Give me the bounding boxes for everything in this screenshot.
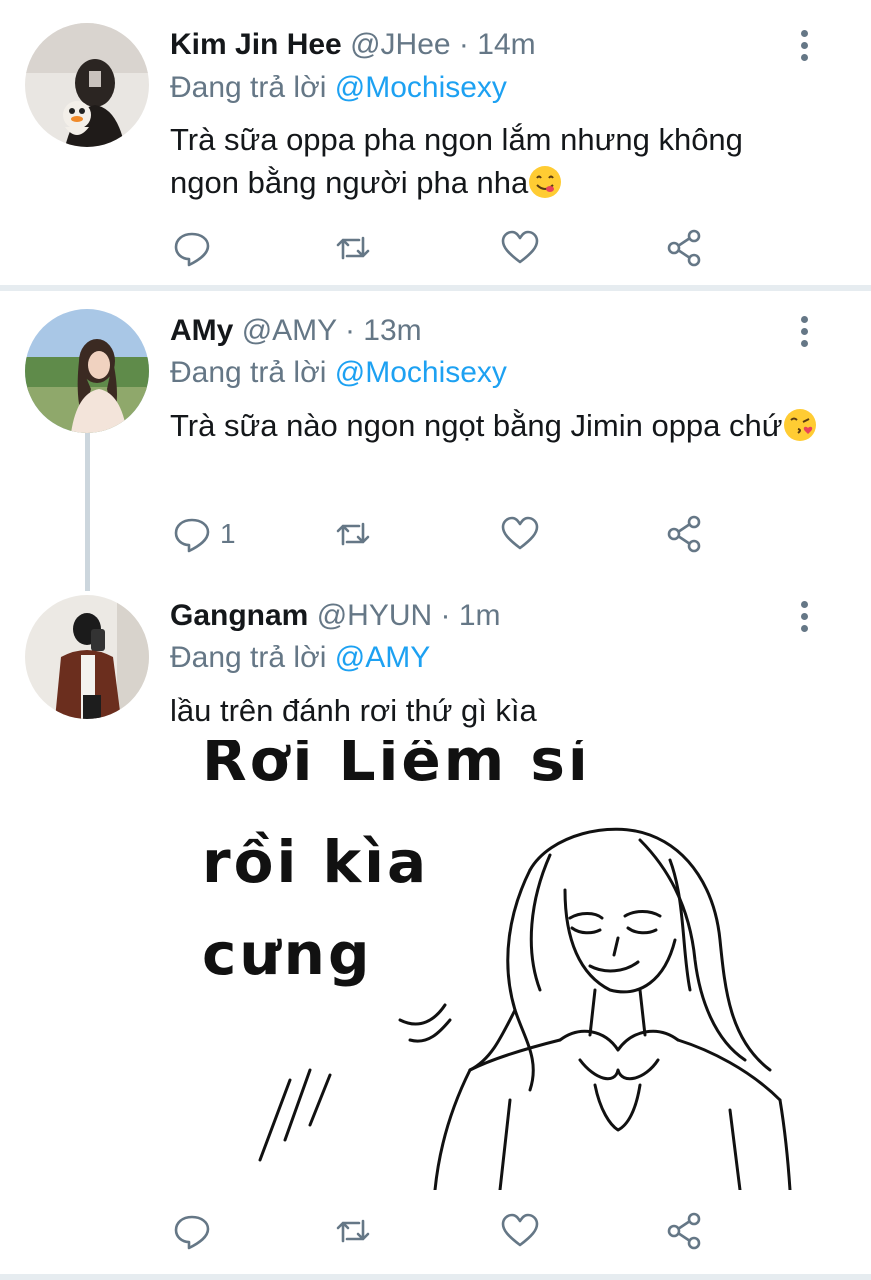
replying-to: Đang trả lời @AMY	[170, 640, 430, 676]
retweet-button[interactable]	[333, 512, 373, 556]
retweet-button[interactable]	[333, 226, 373, 270]
user-handle[interactable]: @JHee	[350, 28, 451, 61]
share-icon	[667, 1212, 701, 1250]
tweet-1-header: Kim Jin Hee @JHee · 14m	[170, 27, 536, 63]
replying-to: Đang trả lời @Mochisexy	[170, 355, 507, 391]
like-button[interactable]	[500, 226, 540, 270]
tweet-text: lầu trên đánh rơi thứ gì kìa	[170, 689, 820, 732]
yum-face-emoji	[529, 166, 562, 198]
tweet-text: Trà sữa nào ngon ngọt bằng Jimin oppa ch…	[170, 404, 820, 447]
user-handle[interactable]: @HYUN	[317, 599, 432, 632]
retweet-icon	[336, 522, 370, 546]
retweet-icon	[336, 1219, 370, 1243]
tweet-text-content: lầu trên đánh rơi thứ gì kìa	[170, 693, 537, 728]
reply-button[interactable]	[172, 1209, 220, 1253]
retweet-icon	[336, 236, 370, 260]
like-button[interactable]	[500, 512, 540, 556]
tweet-actions	[170, 1209, 730, 1253]
attached-meme-image[interactable]: Rơi Liêm sỉ rồi kìa cưng	[170, 740, 820, 1190]
reply-button[interactable]: 1	[172, 512, 236, 556]
tweet-3-header: Gangnam @HYUN · 1m	[170, 598, 501, 634]
tweet-2[interactable]: AMy @AMY · 13m Đang trả lời @Mochisexy T…	[0, 291, 871, 581]
more-vertical-icon[interactable]	[792, 598, 816, 638]
more-vertical-icon[interactable]	[792, 27, 816, 67]
share-icon	[667, 229, 701, 267]
tweet-1[interactable]: Kim Jin Hee @JHee · 14m Đang trả lời @Mo…	[0, 0, 871, 285]
avatar-kim-jin-hee[interactable]	[25, 23, 149, 147]
share-button[interactable]	[664, 226, 704, 270]
tweet-actions	[170, 226, 730, 270]
display-name[interactable]: Kim Jin Hee	[170, 28, 342, 61]
replying-to-label: Đang trả lời	[170, 71, 327, 104]
tweet-divider	[0, 1274, 871, 1280]
separator-dot: ·	[458, 28, 469, 61]
meme-caption-line-2: rồi kìa	[202, 828, 430, 896]
replying-to-mention[interactable]: @Mochisexy	[335, 356, 507, 389]
replying-to-label: Đang trả lời	[170, 641, 327, 674]
reply-icon	[174, 1215, 210, 1250]
tweet-text: Trà sữa oppa pha ngon lắm nhưng không ng…	[170, 118, 820, 204]
display-name[interactable]: AMy	[170, 314, 233, 347]
timestamp[interactable]: 1m	[459, 599, 501, 632]
more-vertical-icon[interactable]	[792, 313, 816, 353]
kissing-face-emoji	[783, 409, 816, 441]
share-icon	[667, 515, 701, 553]
like-icon	[501, 1213, 539, 1247]
tweet-text-content: Trà sữa nào ngon ngọt bằng Jimin oppa ch…	[170, 408, 783, 443]
share-button[interactable]	[664, 512, 704, 556]
like-icon	[501, 230, 539, 264]
replying-to-mention[interactable]: @Mochisexy	[335, 71, 507, 104]
meme-caption-line-3: cưng	[202, 920, 373, 988]
retweet-button[interactable]	[333, 1209, 373, 1253]
replying-to-mention[interactable]: @AMY	[335, 641, 430, 674]
like-button[interactable]	[500, 1209, 540, 1253]
tweet-actions: 1	[170, 512, 730, 556]
separator-dot: ·	[440, 599, 451, 632]
reply-count: 1	[220, 518, 236, 549]
timestamp[interactable]: 14m	[477, 28, 535, 61]
tweet-2-header: AMy @AMY · 13m	[170, 313, 422, 349]
display-name[interactable]: Gangnam	[170, 599, 308, 632]
timestamp[interactable]: 13m	[363, 314, 421, 347]
tweet-text-content: Trà sữa oppa pha ngon lắm nhưng không ng…	[170, 122, 743, 200]
share-button[interactable]	[664, 1209, 704, 1253]
reply-icon	[174, 232, 210, 267]
avatar-amy[interactable]	[25, 309, 149, 433]
meme-caption-line-1: Rơi Liêm sỉ	[202, 740, 591, 794]
reply-icon	[174, 518, 210, 553]
reply-button[interactable]	[172, 226, 220, 270]
avatar-gangnam[interactable]	[25, 595, 149, 719]
replying-to-label: Đang trả lời	[170, 356, 327, 389]
replying-to: Đang trả lời @Mochisexy	[170, 70, 507, 106]
like-icon	[501, 516, 539, 550]
user-handle[interactable]: @AMY	[242, 314, 337, 347]
separator-dot: ·	[344, 314, 355, 347]
